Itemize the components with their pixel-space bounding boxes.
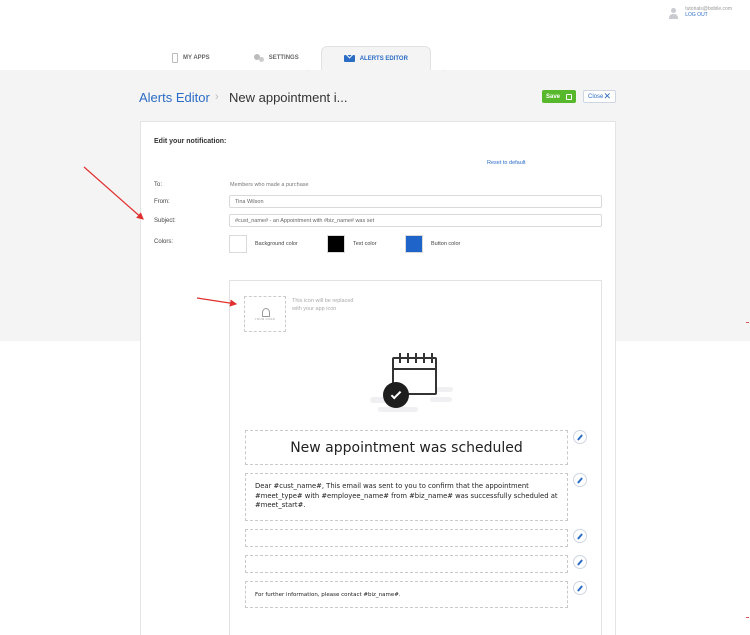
close-icon: ✕ <box>603 91 611 101</box>
from-field[interactable]: Tina Wilson <box>229 195 602 208</box>
close-label: Close <box>588 93 604 100</box>
button-color-swatch <box>405 235 423 253</box>
page-title: New appointment i... <box>229 90 348 105</box>
email-preview-top: YOUR LOGO This icon will be replaced wit… <box>229 280 602 342</box>
background-color-picker[interactable]: Background color <box>229 235 298 253</box>
save-icon <box>566 93 572 100</box>
button-color-label: Button color <box>431 241 461 247</box>
colors-label: Colors: <box>154 239 174 245</box>
top-bar: tutorials@bobile.com LOG OUT MY APPS SET… <box>0 0 750 70</box>
email-heading-block[interactable]: New appointment was scheduled <box>245 430 568 465</box>
subject-field[interactable]: #cust_name# - an Appointment with #biz_n… <box>229 214 602 227</box>
reset-to-default-link[interactable]: Reset to default <box>487 160 526 166</box>
tab-alerts-editor[interactable]: ALERTS EDITOR <box>320 46 431 70</box>
close-button[interactable]: Close ✕ <box>583 90 616 103</box>
tab-label: ALERTS EDITOR <box>359 55 408 62</box>
app-icon-note: This icon will be replaced with your app… <box>292 297 353 313</box>
pencil-icon <box>576 532 584 540</box>
tab-my-apps[interactable]: MY APPS <box>150 46 232 70</box>
edge-annotation-mark <box>746 617 749 618</box>
form-heading: Edit your notification: <box>154 138 227 145</box>
edit-heading-button[interactable] <box>573 430 587 444</box>
save-label: Save <box>546 93 561 100</box>
arrow-to-subject <box>83 166 144 220</box>
app-icon-placeholder: YOUR LOGO <box>244 296 286 332</box>
subject-label: Subject: <box>154 218 176 224</box>
pencil-icon <box>576 584 584 592</box>
email-empty-block[interactable] <box>245 555 568 573</box>
notification-form-card: Edit your notification: Reset to default… <box>140 121 616 342</box>
to-label: To: <box>154 182 163 188</box>
tab-label: SETTINGS <box>268 55 299 61</box>
tab-settings[interactable]: SETTINGS <box>232 46 321 70</box>
email-footer-block[interactable]: For further information, please contact … <box>245 581 568 608</box>
pencil-icon <box>576 433 584 441</box>
save-button[interactable]: Save <box>542 90 576 103</box>
app-icon-note-line2: with your app icon <box>292 306 337 312</box>
edit-empty-block-button[interactable] <box>573 529 587 543</box>
text-color-label: Text color <box>353 241 377 247</box>
lower-preview-section: New appointment was scheduled Dear #cust… <box>0 341 750 635</box>
edit-footer-button[interactable] <box>573 581 587 595</box>
main-tabs: MY APPS SETTINGS ALERTS EDITOR <box>150 46 431 70</box>
lower-card: New appointment was scheduled Dear #cust… <box>140 341 616 635</box>
user-box: tutorials@bobile.com LOG OUT <box>668 6 732 19</box>
breadcrumb-alerts-editor[interactable]: Alerts Editor <box>139 90 210 105</box>
user-avatar-icon <box>668 8 679 19</box>
mail-icon <box>343 55 355 62</box>
from-label: From: <box>154 199 170 205</box>
button-color-picker[interactable]: Button color <box>405 235 460 253</box>
calendar-illustration <box>370 347 460 419</box>
lotus-logo-icon <box>259 307 271 317</box>
background-color-swatch <box>229 235 247 253</box>
email-empty-block[interactable] <box>245 529 568 547</box>
edge-annotation-mark <box>746 322 749 323</box>
gear-icon <box>253 54 264 62</box>
pencil-icon <box>576 476 584 484</box>
phone-icon <box>172 53 178 63</box>
email-body-block[interactable]: Dear #cust_name#, This email was sent to… <box>245 473 568 521</box>
background-color-label: Background color <box>255 241 298 247</box>
pencil-icon <box>576 558 584 566</box>
email-preview-body: New appointment was scheduled Dear #cust… <box>229 341 602 635</box>
app-icon-note-line1: This icon will be replaced <box>292 298 354 304</box>
text-color-swatch <box>327 235 345 253</box>
edit-body-button[interactable] <box>573 473 587 487</box>
check-circle-icon <box>383 382 409 408</box>
logo-placeholder-text: YOUR LOGO <box>254 316 276 321</box>
edit-empty-block-button[interactable] <box>573 555 587 569</box>
to-value: Members who made a purchase <box>230 182 309 188</box>
page-header: Alerts Editor › New appointment i... Sav… <box>139 88 616 108</box>
breadcrumb-separator-icon: › <box>215 91 219 103</box>
text-color-picker[interactable]: Text color <box>327 235 377 253</box>
tab-label: MY APPS <box>183 55 210 61</box>
logout-link[interactable]: LOG OUT <box>685 12 732 18</box>
